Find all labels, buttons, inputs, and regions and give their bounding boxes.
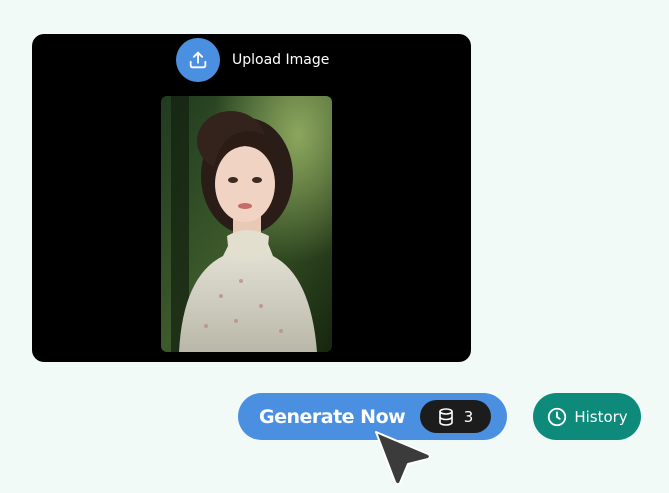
upload-image-control[interactable]: Upload Image [176, 36, 329, 84]
history-label: History [574, 407, 628, 426]
history-button[interactable]: History [533, 393, 641, 440]
database-icon [438, 407, 453, 426]
clock-icon [548, 407, 567, 426]
credit-count: 3 [463, 407, 474, 426]
image-preview-panel: Upload Image [32, 34, 471, 362]
generate-now-button[interactable]: Generate Now 3 [238, 393, 507, 440]
uploaded-portrait-image [161, 96, 332, 352]
generate-now-label: Generate Now [259, 405, 406, 428]
upload-image-label: Upload Image [232, 52, 330, 68]
upload-icon [189, 51, 207, 69]
upload-button[interactable] [176, 38, 220, 82]
mouse-cursor-icon [375, 431, 431, 486]
